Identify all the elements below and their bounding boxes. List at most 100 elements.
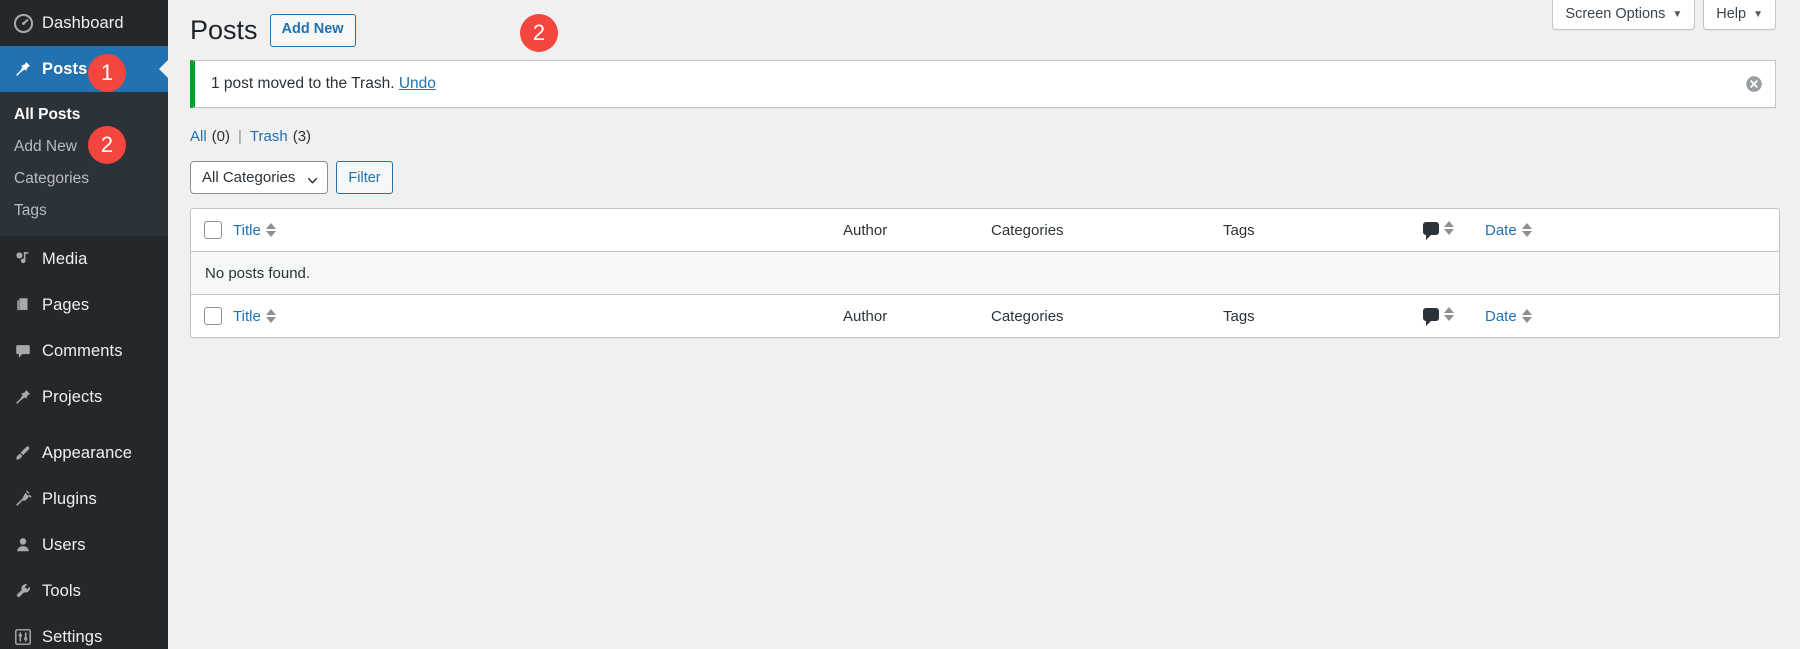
wp-admin-screen: Dashboard Posts All Posts Add New Catego… bbox=[0, 0, 1800, 649]
sort-arrows-icon bbox=[1522, 223, 1532, 237]
category-filter-select[interactable]: All Categories bbox=[190, 161, 328, 194]
sidebar-item-comments[interactable]: Comments bbox=[0, 328, 168, 374]
chevron-down-icon bbox=[307, 173, 317, 183]
view-trash-count: (3) bbox=[293, 128, 311, 145]
empty-state-row: No posts found. bbox=[191, 252, 1779, 294]
select-all-checkbox[interactable] bbox=[204, 221, 222, 239]
sort-title-link-footer[interactable]: Title bbox=[233, 308, 276, 325]
column-footer-categories: Categories bbox=[991, 294, 1223, 337]
sidebar-item-appearance[interactable]: Appearance bbox=[0, 430, 168, 476]
user-icon bbox=[8, 536, 38, 554]
chevron-down-icon: ▼ bbox=[1672, 9, 1682, 20]
submenu-item-add-new[interactable]: Add New bbox=[0, 131, 168, 163]
column-footer-tags: Tags bbox=[1223, 294, 1423, 337]
sidebar-item-settings[interactable]: Settings bbox=[0, 614, 168, 649]
sidebar-item-label: Users bbox=[42, 536, 86, 555]
table-header-row: Title Author Categories Tags bbox=[191, 209, 1779, 252]
sliders-icon bbox=[8, 628, 38, 646]
views-separator: | bbox=[238, 128, 242, 145]
view-trash-link[interactable]: Trash bbox=[250, 128, 288, 145]
sidebar-item-plugins[interactable]: Plugins bbox=[0, 476, 168, 522]
screen-options-label: Screen Options bbox=[1565, 6, 1665, 22]
column-footer-date: Date bbox=[1485, 294, 1779, 337]
undo-link[interactable]: Undo bbox=[399, 75, 436, 93]
posts-table: Title Author Categories Tags bbox=[190, 208, 1780, 338]
admin-sidebar: Dashboard Posts All Posts Add New Catego… bbox=[0, 0, 168, 649]
callout-badge-2-button: 2 bbox=[520, 14, 558, 52]
close-circle-icon[interactable] bbox=[1745, 75, 1763, 93]
sort-title-link[interactable]: Title bbox=[233, 222, 276, 239]
dashboard-icon bbox=[8, 14, 38, 33]
filter-button[interactable]: Filter bbox=[336, 161, 392, 194]
sidebar-item-media[interactable]: Media bbox=[0, 236, 168, 282]
sort-comments-link[interactable] bbox=[1423, 221, 1454, 235]
main-content: Screen Options ▼ Help ▼ Posts Add New 2 … bbox=[168, 0, 1800, 649]
submenu-item-all-posts[interactable]: All Posts bbox=[0, 99, 168, 131]
column-header-comments bbox=[1423, 209, 1485, 252]
notice-text: 1 post moved to the Trash. bbox=[211, 75, 395, 93]
sidebar-item-posts[interactable]: Posts bbox=[0, 46, 168, 92]
help-button[interactable]: Help ▼ bbox=[1703, 0, 1776, 30]
sort-date-link[interactable]: Date bbox=[1485, 222, 1532, 239]
plug-icon bbox=[8, 490, 38, 508]
screen-options-button[interactable]: Screen Options ▼ bbox=[1552, 0, 1695, 30]
sidebar-item-label: Tools bbox=[42, 582, 81, 601]
submenu-item-categories[interactable]: Categories bbox=[0, 163, 168, 195]
page-title: Posts bbox=[190, 13, 258, 48]
column-header-author: Author bbox=[843, 209, 991, 252]
posts-submenu: All Posts Add New Categories Tags bbox=[0, 92, 168, 236]
column-footer-comments bbox=[1423, 294, 1485, 337]
table-nav-top: All Categories Filter bbox=[190, 161, 1776, 194]
trash-notice: 1 post moved to the Trash. Undo bbox=[190, 60, 1776, 108]
sort-date-link-footer[interactable]: Date bbox=[1485, 308, 1532, 325]
table-footer-row: Title Author Categories Tags bbox=[191, 294, 1779, 337]
posts-table-head: Title Author Categories Tags bbox=[191, 209, 1779, 252]
sidebar-item-label: Media bbox=[42, 250, 87, 269]
page-header: Posts Add New 2 bbox=[190, 0, 1776, 48]
help-label: Help bbox=[1716, 6, 1746, 22]
column-label-title: Title bbox=[233, 222, 261, 239]
select-all-checkbox-footer[interactable] bbox=[204, 307, 222, 325]
column-header-tags: Tags bbox=[1223, 209, 1423, 252]
sidebar-item-dashboard[interactable]: Dashboard bbox=[0, 0, 168, 46]
sidebar-item-tools[interactable]: Tools bbox=[0, 568, 168, 614]
column-header-title: Title bbox=[233, 209, 843, 252]
sidebar-item-users[interactable]: Users bbox=[0, 522, 168, 568]
sort-comments-link-footer[interactable] bbox=[1423, 307, 1454, 321]
screen-meta-links: Screen Options ▼ Help ▼ bbox=[1552, 0, 1776, 30]
column-header-date: Date bbox=[1485, 209, 1779, 252]
column-footer-author: Author bbox=[843, 294, 991, 337]
comment-icon bbox=[1423, 222, 1439, 235]
comment-icon bbox=[1423, 308, 1439, 321]
view-all-count: (0) bbox=[212, 128, 230, 145]
chevron-down-icon: ▼ bbox=[1753, 9, 1763, 20]
pin-icon bbox=[8, 388, 38, 406]
column-footer-title: Title bbox=[233, 294, 843, 337]
sidebar-item-label: Posts bbox=[42, 60, 87, 79]
sort-arrows-icon bbox=[1444, 307, 1454, 321]
category-filter-value: All Categories bbox=[202, 169, 295, 186]
submenu-item-tags[interactable]: Tags bbox=[0, 195, 168, 227]
sidebar-item-label: Settings bbox=[42, 628, 102, 647]
sidebar-item-label: Plugins bbox=[42, 490, 97, 509]
column-label-date: Date bbox=[1485, 222, 1517, 239]
sidebar-item-label: Appearance bbox=[42, 444, 132, 463]
post-status-views: All (0) | Trash (3) bbox=[190, 128, 1776, 145]
column-header-categories: Categories bbox=[991, 209, 1223, 252]
select-all-footer bbox=[191, 294, 233, 337]
posts-table-body: No posts found. bbox=[191, 252, 1779, 294]
sort-arrows-icon bbox=[266, 223, 276, 237]
sidebar-item-pages[interactable]: Pages bbox=[0, 282, 168, 328]
view-all-link[interactable]: All bbox=[190, 128, 207, 145]
wrench-icon bbox=[8, 582, 38, 600]
media-icon bbox=[8, 250, 38, 268]
brush-icon bbox=[8, 444, 38, 462]
posts-table-foot: Title Author Categories Tags bbox=[191, 294, 1779, 337]
comment-icon bbox=[8, 342, 38, 360]
sidebar-item-projects[interactable]: Projects bbox=[0, 374, 168, 420]
column-label-date: Date bbox=[1485, 308, 1517, 325]
column-label-title: Title bbox=[233, 308, 261, 325]
sort-arrows-icon bbox=[1522, 309, 1532, 323]
sidebar-item-label: Projects bbox=[42, 388, 102, 407]
add-new-button[interactable]: Add New bbox=[270, 14, 356, 47]
